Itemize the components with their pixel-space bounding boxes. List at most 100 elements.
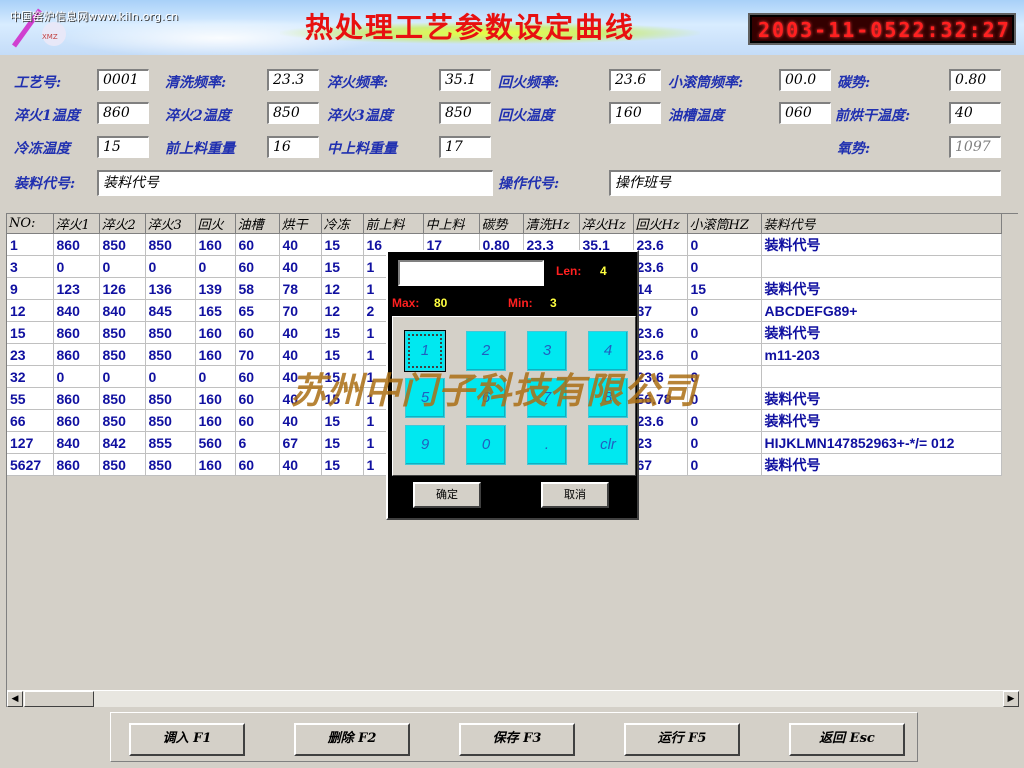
table-cell[interactable]: 15 [321,343,364,366]
table-cell[interactable]: 0 [145,365,196,388]
table-cell[interactable]: 560 [195,431,236,454]
table-cell[interactable]: 70 [279,299,322,322]
column-header[interactable]: 淬火1 [53,214,100,234]
load-button[interactable]: 调入 F1 [129,723,245,756]
table-cell[interactable]: m11-203 [761,343,1002,366]
table-cell[interactable]: 15 [321,365,364,388]
column-header[interactable]: NO: [7,214,54,234]
column-header[interactable]: 回火 [195,214,236,234]
table-cell[interactable]: 850 [99,409,146,432]
quench2-temp-field[interactable]: 850 [267,102,319,124]
table-cell[interactable]: 855 [145,431,196,454]
operator-code-field[interactable]: 操作班号 [609,170,1001,196]
drum-freq-field[interactable]: 00.0 [779,69,831,91]
table-cell[interactable]: 40 [279,255,322,278]
table-cell[interactable]: 1 [7,233,54,256]
table-cell[interactable]: 40 [279,321,322,344]
keypad-key-0[interactable]: 0 [466,425,506,465]
table-cell[interactable]: 23.6 [633,233,688,256]
table-cell[interactable]: 850 [99,453,146,476]
front-load-field[interactable]: 16 [267,136,319,158]
table-cell[interactable]: 850 [145,453,196,476]
table-cell[interactable]: 67 [279,431,322,454]
table-cell[interactable]: 装料代号 [761,409,1002,432]
table-cell[interactable]: 65 [235,299,280,322]
cancel-button[interactable]: 取消 [541,482,609,508]
keypad-key-clr[interactable]: clr [588,425,628,465]
column-header[interactable]: 装料代号 [761,214,1002,234]
back-button[interactable]: 返回 Esc [789,723,905,756]
material-code-field[interactable]: 装料代号 [97,170,493,196]
keypad-input[interactable] [398,260,544,286]
temper-temp-field[interactable]: 160 [609,102,661,124]
column-header[interactable]: 淬火Hz [579,214,634,234]
table-cell[interactable]: 15 [7,321,54,344]
table-cell[interactable]: 842 [99,431,146,454]
table-cell[interactable]: 139 [195,277,236,300]
keypad-key-1[interactable]: 1 [405,331,445,371]
keypad-key-dot[interactable]: . [527,425,567,465]
table-cell[interactable]: 9 [7,277,54,300]
table-cell[interactable]: 3 [7,255,54,278]
column-header[interactable]: 淬火2 [99,214,146,234]
table-cell[interactable]: 60 [235,233,280,256]
quench3-temp-field[interactable]: 850 [439,102,491,124]
table-cell[interactable]: 60 [235,255,280,278]
keypad-key-6[interactable]: 6 [466,378,506,418]
table-cell[interactable]: 23 [633,431,688,454]
table-cell[interactable]: 840 [53,431,100,454]
table-cell[interactable]: 装料代号 [761,233,1002,256]
table-cell[interactable]: 0 [687,299,762,322]
table-cell[interactable]: 0 [99,365,146,388]
table-cell[interactable]: 123 [53,277,100,300]
keypad-key-4[interactable]: 4 [588,331,628,371]
column-header[interactable]: 前上料 [363,214,424,234]
scroll-left-icon[interactable]: ◀ [7,691,23,707]
table-cell[interactable]: 23 [7,343,54,366]
table-cell[interactable]: 66 [7,409,54,432]
table-cell[interactable]: 160 [195,453,236,476]
table-cell[interactable]: 14 [633,277,688,300]
column-header[interactable]: 油槽 [235,214,280,234]
table-cell[interactable]: 840 [99,299,146,322]
table-cell[interactable]: 0 [687,387,762,410]
table-cell[interactable]: 装料代号 [761,453,1002,476]
table-cell[interactable]: 0 [195,365,236,388]
column-header[interactable]: 碳势 [479,214,524,234]
table-cell[interactable]: 15 [321,409,364,432]
column-header[interactable]: 回火Hz [633,214,688,234]
quench-freq-field[interactable]: 35.1 [439,69,491,91]
table-cell[interactable]: 850 [99,321,146,344]
table-cell[interactable]: 23.6 [633,343,688,366]
table-cell[interactable]: 860 [53,343,100,366]
table-cell[interactable]: HIJKLMN147852963+-*/= 012 [761,431,1002,454]
table-cell[interactable]: 850 [99,343,146,366]
table-cell[interactable]: 70 [235,343,280,366]
table-cell[interactable]: 136 [145,277,196,300]
table-cell[interactable]: 0 [687,321,762,344]
delete-button[interactable]: 删除 F2 [294,723,410,756]
predry-temp-field[interactable]: 40 [949,102,1001,124]
table-cell[interactable]: 40 [279,233,322,256]
table-cell[interactable]: 860 [53,233,100,256]
table-cell[interactable]: 0 [687,431,762,454]
table-cell[interactable]: 15 [687,277,762,300]
table-cell[interactable]: 0 [687,453,762,476]
table-cell[interactable]: 23.6 [633,365,688,388]
keypad-key-5[interactable]: 5 [405,378,445,418]
table-cell[interactable]: 15 [321,387,364,410]
keypad-key-3[interactable]: 3 [527,331,567,371]
table-cell[interactable]: 0 [195,255,236,278]
table-cell[interactable]: 850 [99,387,146,410]
scrollbar-thumb[interactable] [24,691,94,707]
table-cell[interactable]: 850 [145,233,196,256]
table-cell[interactable]: 60 [235,321,280,344]
temper-freq-field[interactable]: 23.6 [609,69,661,91]
table-cell[interactable]: 850 [145,321,196,344]
table-cell[interactable]: 850 [99,233,146,256]
table-cell[interactable]: 0 [145,255,196,278]
save-button[interactable]: 保存 F3 [459,723,575,756]
table-cell[interactable]: 55 [7,387,54,410]
table-cell[interactable]: 23.6 [633,255,688,278]
table-cell[interactable]: 0 [687,255,762,278]
